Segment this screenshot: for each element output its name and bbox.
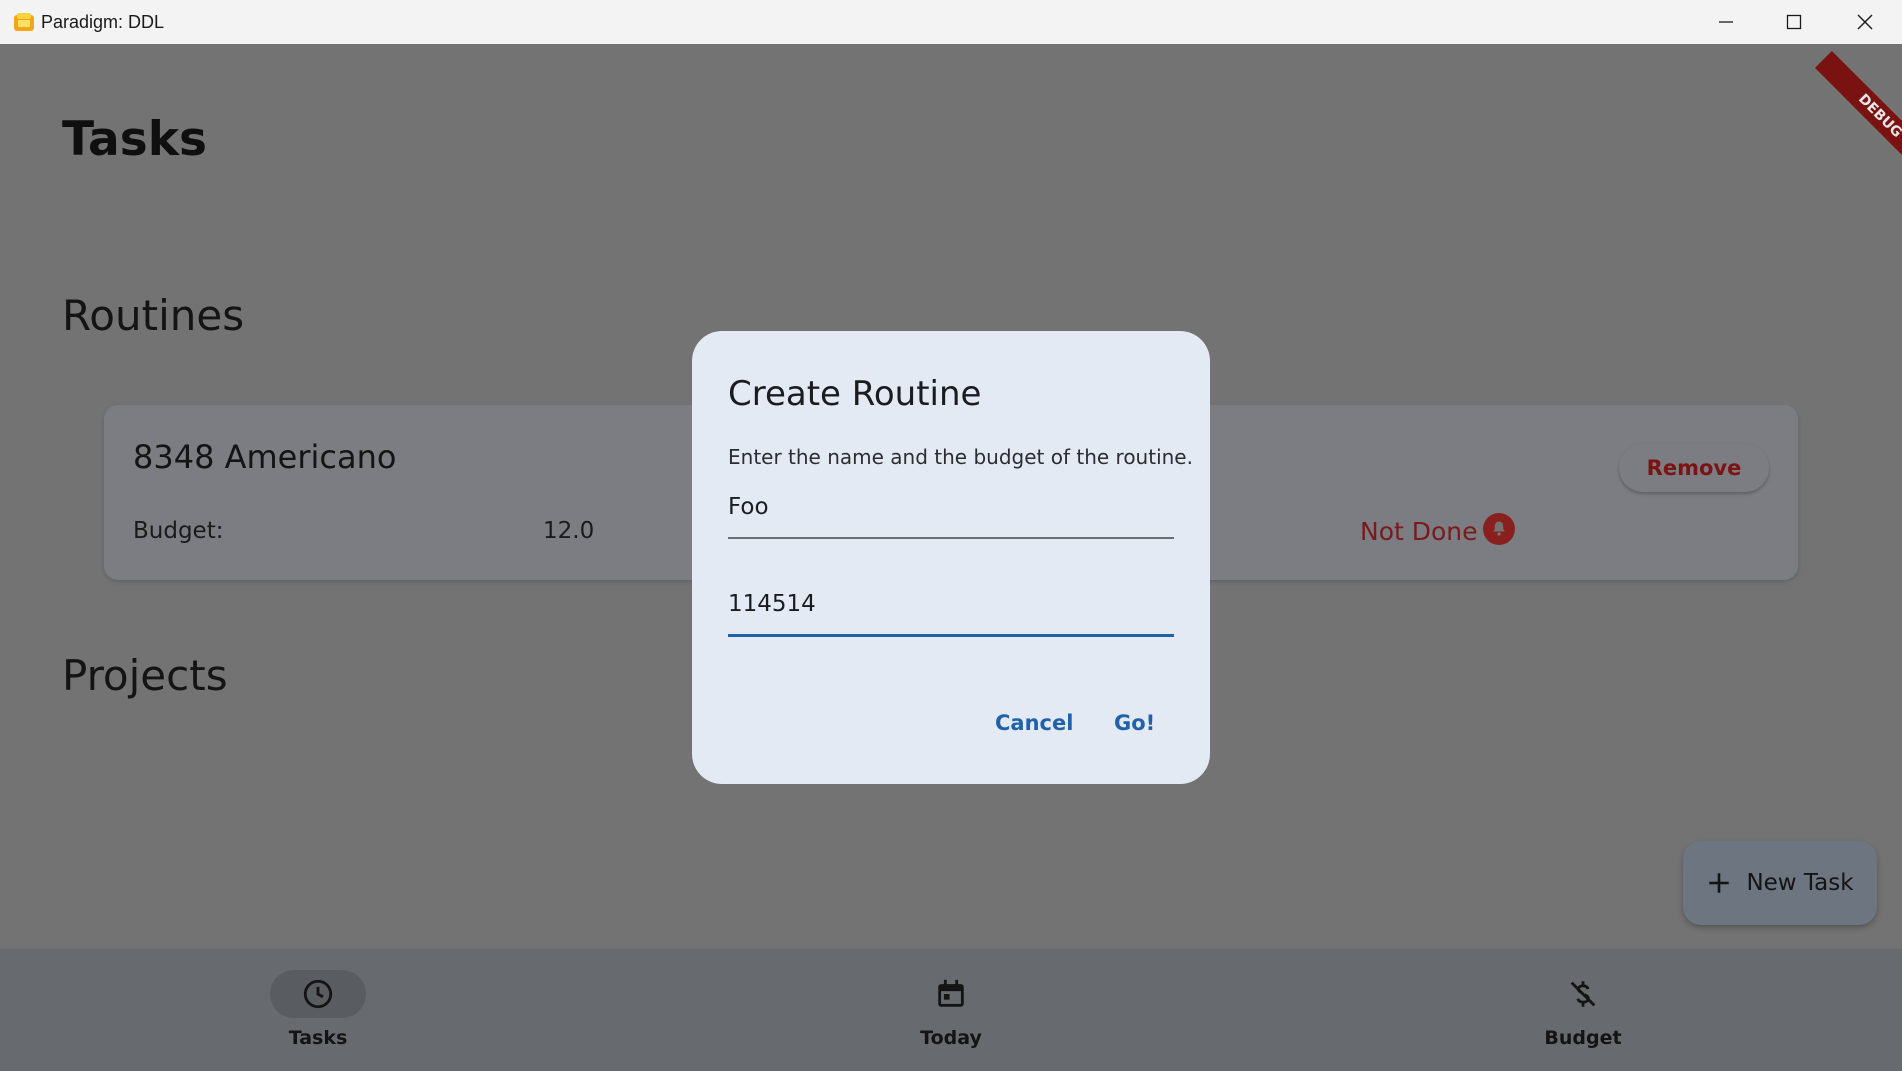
routine-budget-input[interactable] [728,586,1174,622]
clock-icon [303,979,333,1009]
name-field-underline [728,537,1174,539]
budget-field-underline [728,634,1174,637]
routine-budget-field[interactable] [728,586,1174,637]
nav-item-tasks[interactable]: Tasks [218,949,418,1071]
nav-indicator [1535,970,1631,1018]
app-window: Paradigm: DDL Tasks Routines 8348 Americ… [0,0,1902,1071]
title-bar: Paradigm: DDL [0,0,1902,44]
budget-value: 12.0 [543,518,595,544]
nav-label-today: Today [920,1027,982,1049]
minimize-button[interactable] [1692,0,1760,44]
minimize-icon [1719,21,1733,23]
money-off-icon [1570,981,1596,1007]
debug-banner: DEBUG [1814,50,1902,182]
section-title-routines: Routines [62,291,245,340]
nav-item-budget[interactable]: Budget [1483,949,1683,1071]
status-text: Not Done [1360,517,1478,546]
routine-name: 8348 Americano [133,438,397,476]
bottom-navigation: Tasks Today Budget [0,949,1902,1071]
window-title: Paradigm: DDL [41,12,165,32]
create-routine-dialog: Create Routine Enter the name and the bu… [692,331,1210,784]
maximize-button[interactable] [1760,0,1828,44]
budget-label: Budget: [133,518,224,544]
nav-item-today[interactable]: Today [851,949,1051,1071]
notification-bell-icon[interactable] [1483,513,1515,545]
cancel-button[interactable]: Cancel [995,711,1073,735]
go-button[interactable]: Go! [1114,711,1155,735]
app-logo-icon [13,12,35,32]
new-task-button[interactable]: New Task [1683,841,1877,925]
calendar-icon [938,979,964,1007]
nav-indicator [270,970,366,1018]
nav-indicator [903,970,999,1018]
routine-name-input[interactable] [728,489,1174,525]
routine-name-field[interactable] [728,489,1174,539]
section-title-projects: Projects [62,651,228,700]
maximize-icon [1786,14,1802,30]
nav-label-tasks: Tasks [288,1027,348,1049]
close-button[interactable] [1831,0,1899,44]
dialog-title: Create Routine [728,374,982,414]
plus-icon [1709,873,1730,893]
remove-button[interactable]: Remove [1619,444,1769,492]
close-icon [1857,14,1873,30]
dialog-description: Enter the name and the budget of the rou… [728,445,1193,469]
page-title: Tasks [62,112,207,167]
new-task-label: New Task [1746,870,1854,896]
nav-label-budget: Budget [1544,1027,1622,1049]
